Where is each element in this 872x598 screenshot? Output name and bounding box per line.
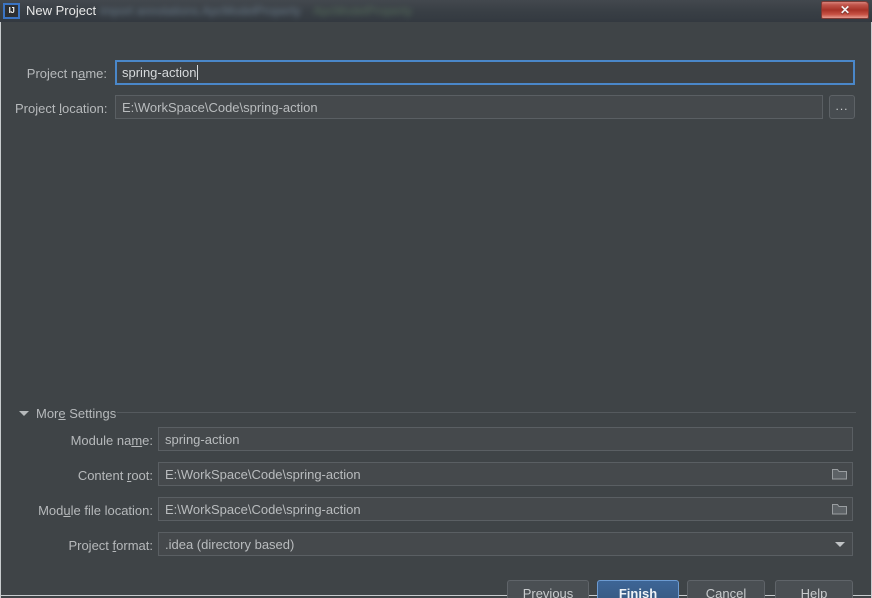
- finish-button[interactable]: Finish: [597, 580, 679, 598]
- title-bar: import annotations.ApcModelProperty ApcM…: [0, 0, 872, 22]
- module-file-location-label: Module file location:: [38, 503, 153, 518]
- mnemonic-char: e: [58, 405, 66, 421]
- module-name-label: Module name:: [70, 433, 153, 448]
- dialog-content: Project name: spring-action Project loca…: [0, 22, 872, 598]
- cancel-button[interactable]: Cancel: [687, 580, 765, 598]
- mnemonic-char: F: [618, 585, 627, 598]
- more-settings-separator: [117, 412, 856, 413]
- project-name-input[interactable]: spring-action: [115, 60, 855, 85]
- help-button[interactable]: Help: [775, 580, 853, 598]
- module-file-location-browse-button[interactable]: [827, 498, 851, 520]
- cancel-button-label: Cancel: [705, 585, 747, 598]
- mnemonic-char: u: [63, 503, 71, 518]
- previous-button[interactable]: Previous: [507, 580, 589, 598]
- new-project-dialog: import annotations.ApcModelProperty ApcM…: [0, 0, 872, 598]
- project-format-value: .idea (directory based): [165, 536, 295, 552]
- intellij-idea-icon: IJ: [3, 3, 20, 19]
- chevron-down-icon: [835, 541, 845, 547]
- project-format-label: Project format:: [68, 538, 153, 553]
- background-blur-text: import annotations.ApcModelProperty ApcM…: [100, 0, 530, 22]
- module-name-input[interactable]: spring-action: [158, 427, 853, 451]
- background-blur-text-2: ApcModelProperty: [313, 4, 413, 18]
- project-format-select[interactable]: .idea (directory based): [158, 532, 853, 556]
- more-settings-toggle[interactable]: More Settings: [19, 406, 116, 420]
- module-name-value: spring-action: [165, 431, 240, 447]
- module-file-location-input[interactable]: E:\WorkSpace\Code\spring-action: [158, 497, 853, 521]
- content-root-browse-button[interactable]: [827, 463, 851, 485]
- background-blur-text-1: import annotations.ApcModelProperty: [100, 4, 301, 18]
- text-caret: [197, 65, 199, 80]
- help-button-label: Help: [800, 585, 828, 598]
- more-settings-label: More Settings: [36, 405, 117, 421]
- ellipsis-icon: ...: [835, 98, 849, 113]
- project-name-value: spring-action: [122, 65, 197, 80]
- window-title: New Project: [26, 3, 97, 18]
- content-root-label: Content root:: [77, 468, 153, 483]
- app-icon-label: IJ: [8, 6, 15, 15]
- triangle-down-icon: [19, 410, 29, 416]
- mnemonic-char: m: [131, 433, 143, 448]
- project-location-label: Project location:: [15, 101, 108, 116]
- close-icon: ✕: [839, 3, 851, 17]
- content-root-value: E:\WorkSpace\Code\spring-action: [165, 466, 361, 482]
- project-location-input[interactable]: E:\WorkSpace\Code\spring-action: [115, 95, 823, 119]
- project-name-label: Project name:: [26, 66, 107, 81]
- folder-icon: [831, 469, 847, 480]
- folder-icon: [831, 504, 847, 515]
- content-root-input[interactable]: E:\WorkSpace\Code\spring-action: [158, 462, 853, 486]
- module-file-location-value: E:\WorkSpace\Code\spring-action: [165, 501, 361, 517]
- project-format-dropdown-button[interactable]: [830, 533, 850, 555]
- project-location-value: E:\WorkSpace\Code\spring-action: [122, 99, 318, 115]
- project-location-browse-button[interactable]: ...: [829, 95, 855, 119]
- dialog-content-inner: Project name: spring-action Project loca…: [1, 22, 871, 598]
- close-button[interactable]: ✕: [821, 1, 869, 19]
